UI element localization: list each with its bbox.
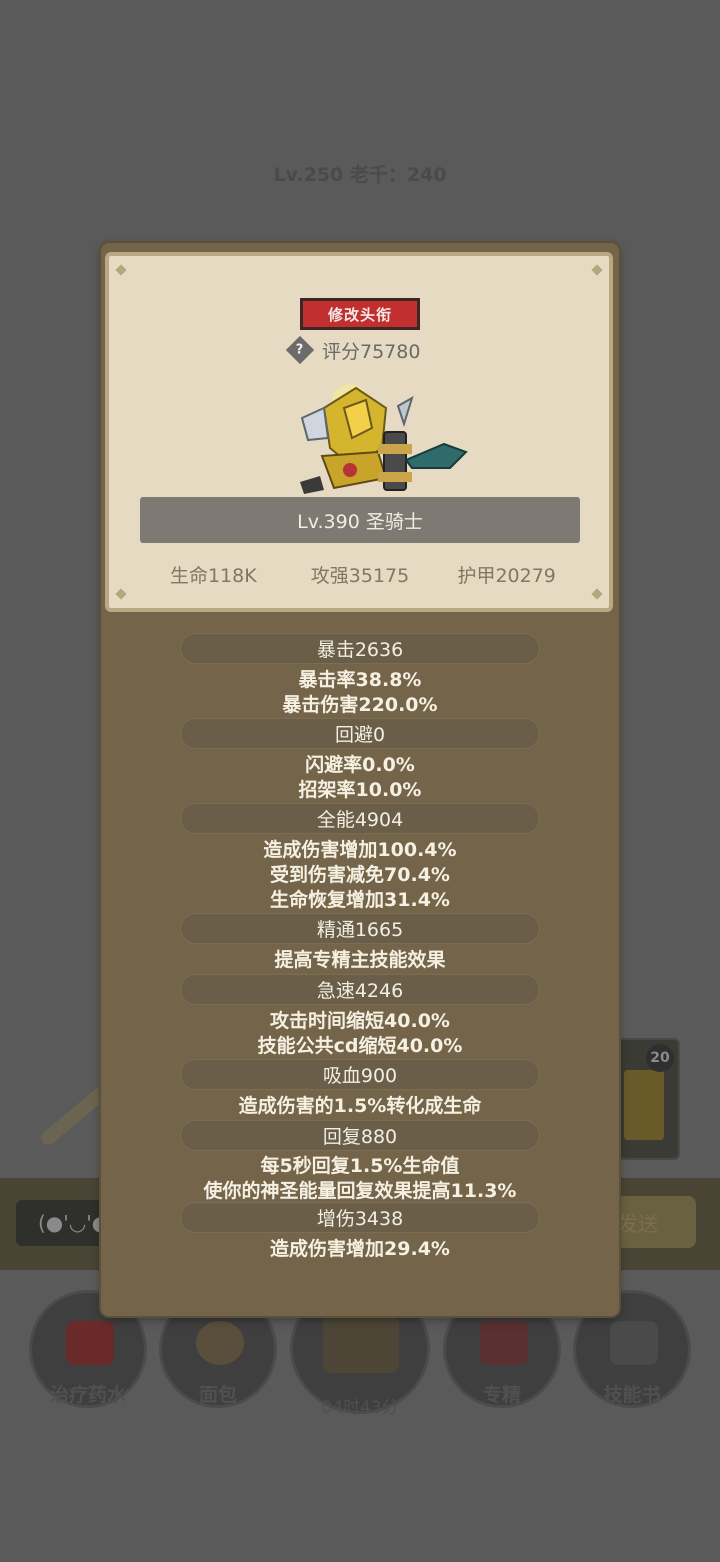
- life-recovery-line: 生命恢复增加31.4%: [270, 889, 450, 911]
- rename-title-button[interactable]: 修改头衔: [300, 298, 420, 330]
- avoidance-section-title: 回避0: [180, 718, 540, 749]
- lifesteal-effect-line: 造成伤害的1.5%转化成生命: [238, 1095, 482, 1117]
- skill-card[interactable]: 20: [612, 1038, 680, 1160]
- fire-skill-icon: [624, 1070, 664, 1140]
- regen-section-title: 回复880: [180, 1120, 540, 1151]
- bread-icon: [196, 1321, 244, 1365]
- score-row: ? 评分75780: [285, 335, 421, 365]
- damage-bonus-section-title: 增伤3438: [180, 1202, 540, 1233]
- mastery-effect-line: 提高专精主技能效果: [274, 949, 446, 971]
- skill-book-icon: [610, 1321, 658, 1365]
- player-level-header: Lv.250 老千：240: [273, 164, 447, 186]
- crit-section-title: 暴击2636: [180, 633, 540, 664]
- corner-nail: [115, 264, 127, 276]
- parry-rate-line: 招架率10.0%: [298, 779, 422, 801]
- skill-card-level-badge: 20: [646, 1044, 674, 1072]
- global-cooldown-line: 技能公共cd缩短40.0%: [257, 1035, 463, 1057]
- versatility-section-title: 全能4904: [180, 803, 540, 834]
- dodge-rate-line: 闪避率0.0%: [305, 754, 415, 776]
- help-icon[interactable]: ?: [285, 335, 315, 365]
- lifesteal-section-title: 吸血900: [180, 1059, 540, 1090]
- crit-damage-line: 暴击伤害220.0%: [282, 694, 438, 716]
- paladin-hero-icon: [300, 384, 468, 494]
- potion-icon: [66, 1321, 114, 1365]
- damage-increase-line: 造成伤害增加100.4%: [263, 839, 457, 861]
- score-value: 评分75780: [322, 340, 421, 363]
- corner-nail: [591, 264, 603, 276]
- specialization-label: 专精: [482, 1384, 521, 1406]
- chest-icon: [323, 1317, 399, 1373]
- holy-power-regen-line: 使你的神圣能量回复效果提高11.3%: [203, 1180, 517, 1202]
- corner-nail: [115, 588, 127, 600]
- base-stats-row: 生命118K 攻强35175 护甲20279: [140, 558, 580, 590]
- skill-book-label: 技能书: [603, 1384, 661, 1406]
- chest-timer: 04时43分: [321, 1398, 399, 1418]
- damage-reduction-line: 受到伤害减免70.4%: [270, 864, 450, 886]
- specialization-icon: [480, 1321, 528, 1365]
- mastery-section-title: 精通1665: [180, 913, 540, 944]
- crit-rate-line: 暴击率38.8%: [298, 669, 422, 691]
- attack-time-line: 攻击时间缩短40.0%: [270, 1010, 450, 1032]
- armor-stat: 护甲20279: [457, 564, 556, 587]
- corner-nail: [591, 588, 603, 600]
- regen-per-5s-line: 每5秒回复1.5%生命值: [260, 1155, 460, 1177]
- haste-section-title: 急速4246: [180, 974, 540, 1005]
- damage-bonus-line: 造成伤害增加29.4%: [270, 1238, 450, 1260]
- bread-label: 面包: [198, 1384, 237, 1406]
- life-stat: 生命118K: [169, 564, 257, 587]
- hero-level-class-banner: Lv.390 圣骑士: [140, 497, 580, 543]
- attack-power-stat: 攻强35175: [310, 564, 410, 587]
- healing-potion-label: 治疗药水: [49, 1384, 126, 1406]
